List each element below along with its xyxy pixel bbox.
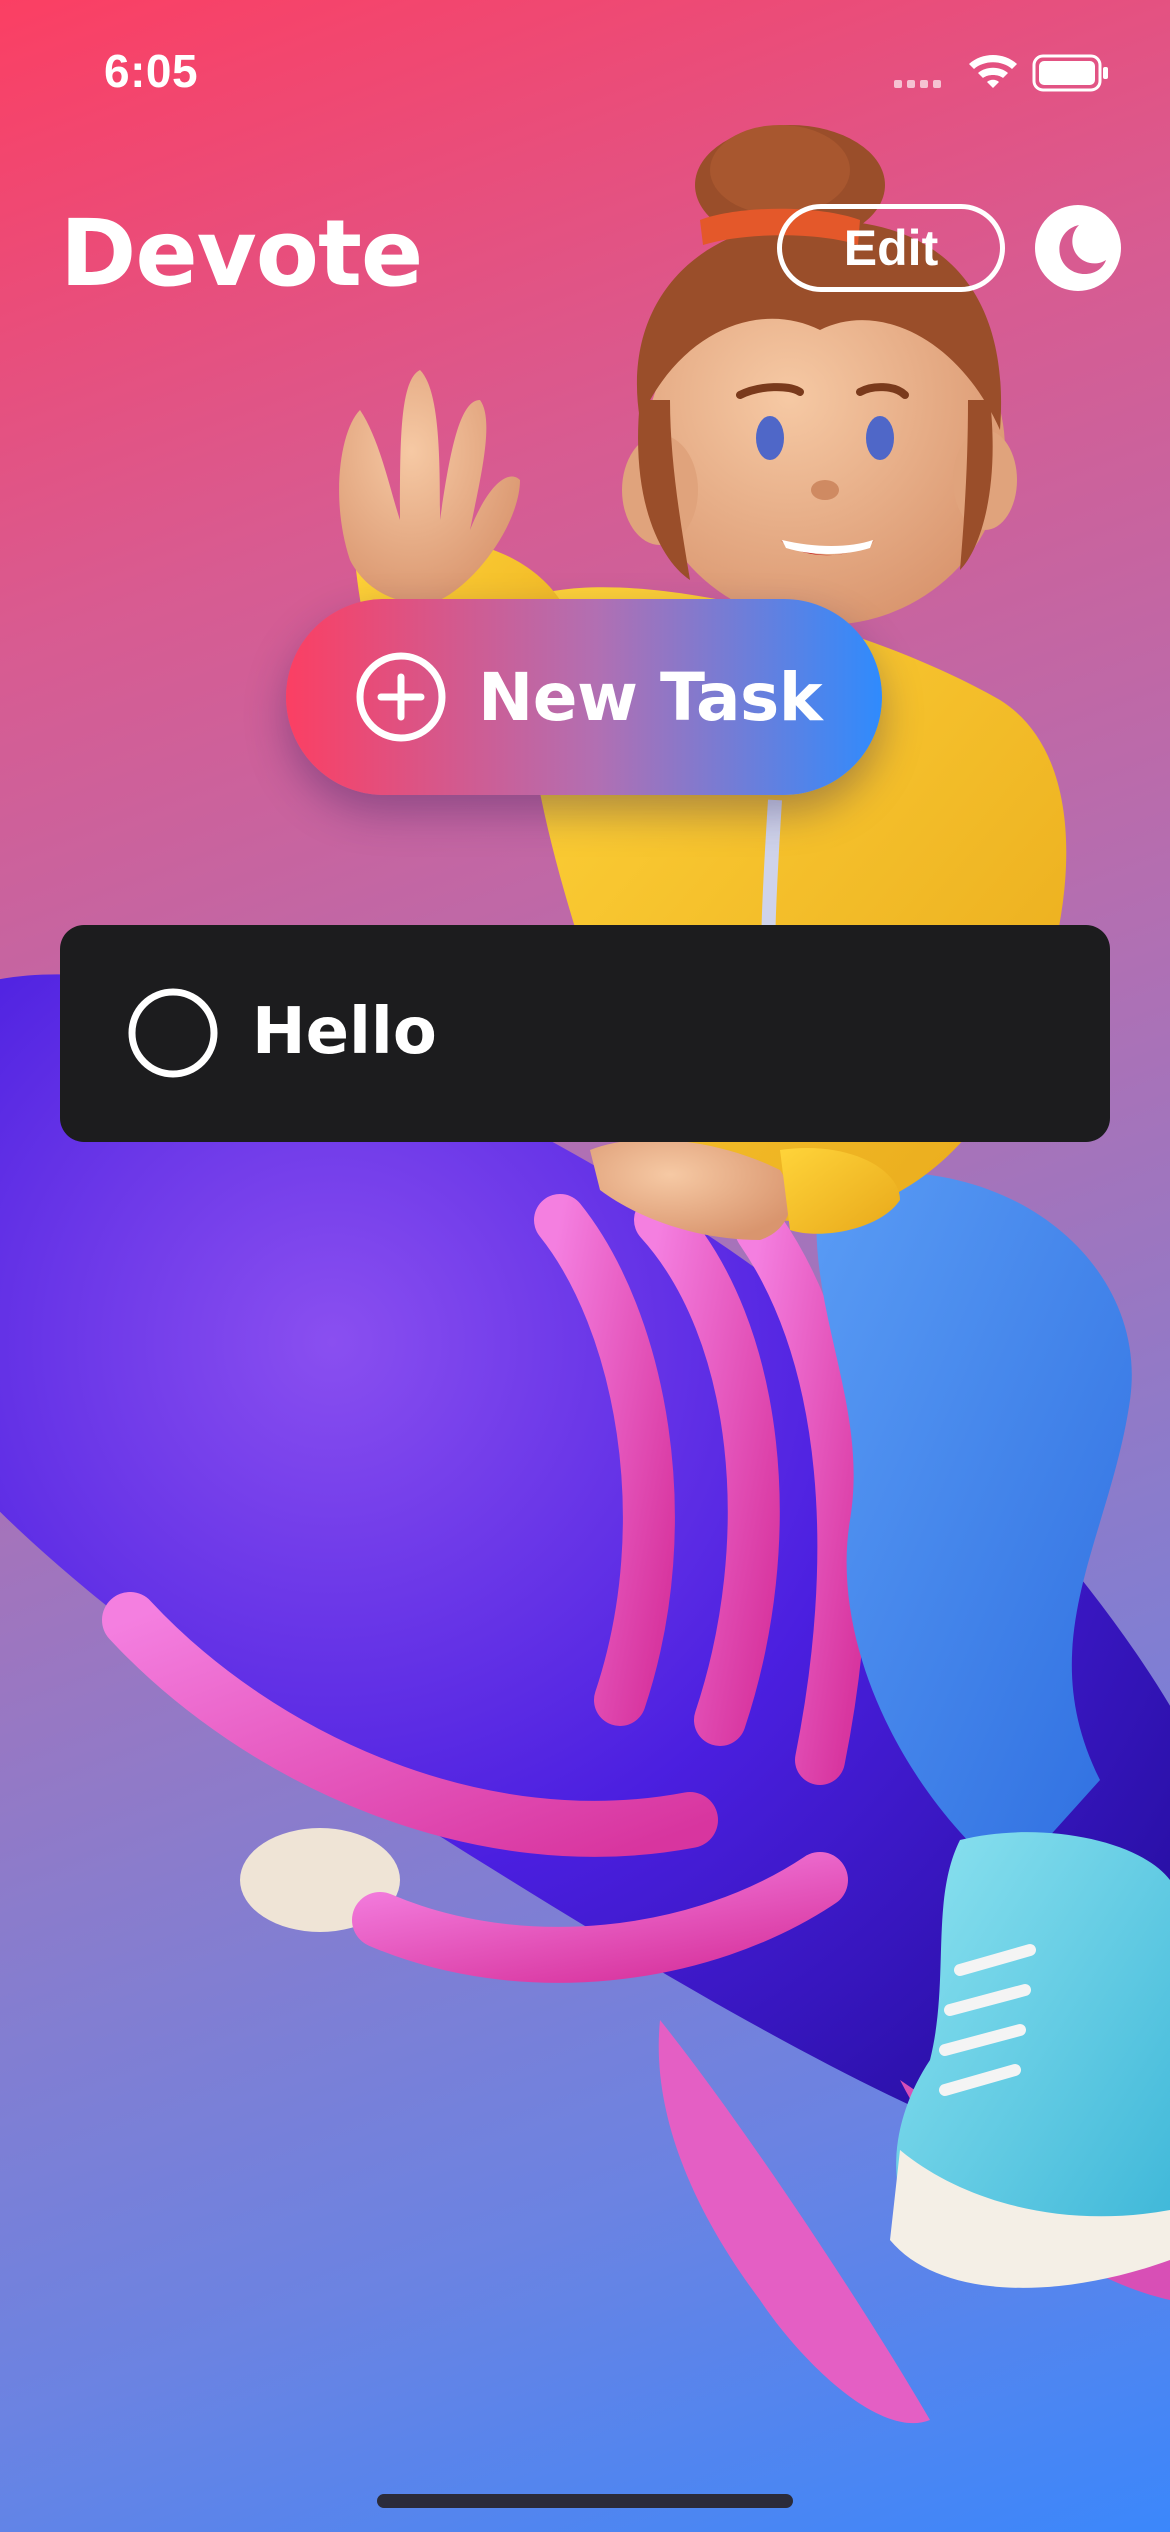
edit-button[interactable]: Edit	[777, 204, 1005, 292]
header: Devote Edit	[0, 190, 1170, 310]
app-title: Devote	[60, 200, 423, 307]
home-indicator[interactable]	[377, 2494, 793, 2508]
task-list: Hello	[60, 925, 1110, 1142]
status-time: 6:05	[104, 45, 199, 97]
moon-icon[interactable]	[1033, 203, 1123, 293]
status-bar: 6:05	[0, 0, 1170, 150]
status-icons	[894, 54, 1108, 92]
new-task-label: New Task	[478, 659, 823, 736]
checkbox-circle-icon[interactable]	[127, 987, 219, 1079]
battery-icon	[1032, 54, 1108, 92]
task-row[interactable]: Hello	[60, 925, 1110, 1142]
wifi-icon	[969, 55, 1017, 88]
signal-icon	[894, 80, 941, 88]
new-task-button[interactable]: New Task	[286, 599, 882, 795]
plus-circle-icon	[356, 652, 446, 742]
rocket-girl-illustration	[0, 125, 1170, 2424]
task-title: Hello	[252, 995, 437, 1069]
